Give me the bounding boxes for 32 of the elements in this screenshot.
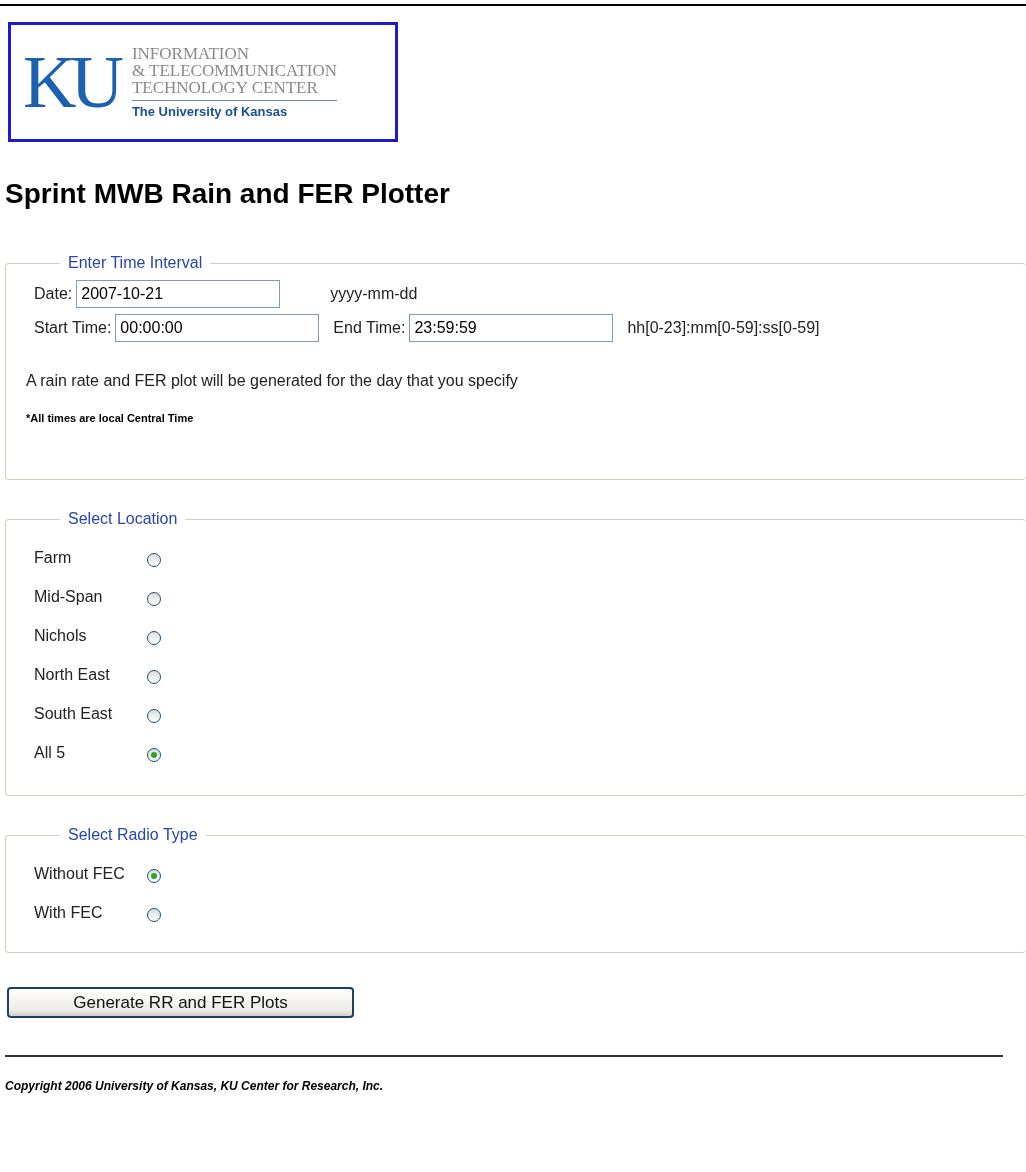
date-field[interactable]: 2007-10-21 (76, 280, 281, 308)
radio-button[interactable] (147, 669, 161, 684)
option-label: With FEC (34, 903, 104, 922)
start-time-field[interactable]: 00:00:00 (115, 314, 320, 342)
description-text: A rain rate and FER plot will be generated for the day that you specify (26, 372, 519, 390)
radio-button[interactable] (147, 907, 161, 922)
radio-button[interactable] (147, 747, 161, 762)
copyright-text: Copyright 2006 University of Kansas, KU Center for Research, Inc. (5, 1079, 385, 1093)
section-legend: Select Radio Type (60, 826, 206, 844)
option-label: Without FEC (34, 864, 126, 883)
date-format-hint: yyyy-mm-dd (330, 285, 418, 303)
section-legend: Select Location (60, 510, 186, 528)
option-label: All 5 (34, 743, 67, 762)
radio-button[interactable] (147, 591, 161, 606)
option-label: Farm (34, 548, 73, 567)
generate-plots-button[interactable]: Generate RR and FER Plots (7, 987, 354, 1018)
start-time-label: Start Time: (34, 319, 112, 337)
option-label: North East (34, 665, 111, 684)
section-legend: Enter Time Interval (60, 254, 211, 272)
time-format-hint: hh[0-23]:mm[0-59]:ss[0-59] (627, 319, 820, 337)
radio-button[interactable] (147, 552, 161, 567)
page-title: Sprint MWB Rain and FER Plotter (5, 178, 451, 210)
end-time-field[interactable]: 23:59:59 (409, 314, 614, 342)
option-label: Nichols (34, 626, 88, 645)
date-label: Date: (34, 285, 73, 303)
time-zone-note: *All times are local Central Time (26, 412, 195, 424)
radio-button[interactable] (147, 630, 161, 645)
option-label: South East (34, 704, 114, 723)
radio-button[interactable] (147, 708, 161, 723)
option-label: Mid-Span (34, 587, 104, 606)
end-time-label: End Time: (333, 319, 406, 337)
radio-button[interactable] (147, 868, 161, 883)
